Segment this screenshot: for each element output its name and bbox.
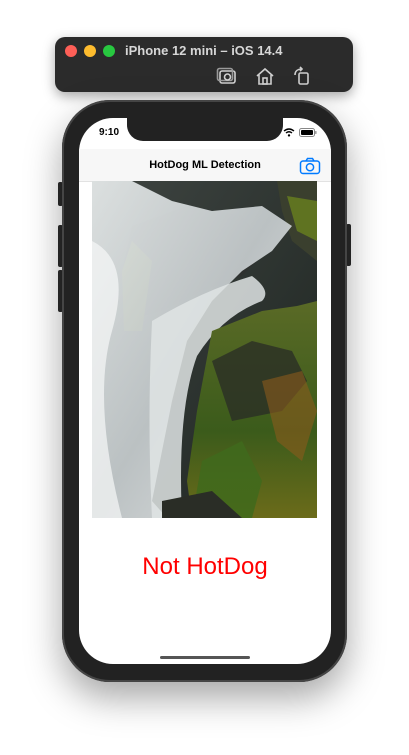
minimize-window-button[interactable] [84,45,96,57]
home-icon[interactable] [254,66,276,86]
result-label: Not HotDog [142,553,268,580]
device-screen: 9:10 HotDog ML Detection Not HotDog [79,118,331,664]
camera-icon [299,157,321,175]
camera-button[interactable] [299,157,321,175]
close-window-button[interactable] [65,45,77,57]
selected-photo [92,181,317,518]
status-icons [283,127,317,137]
screenshot-icon[interactable] [216,66,238,86]
window-title: iPhone 12 mini – iOS 14.4 [125,43,283,58]
battery-icon [299,127,317,137]
nav-title: HotDog ML Detection [149,159,261,171]
zoom-window-button[interactable] [103,45,115,57]
navigation-bar: HotDog ML Detection [79,149,331,182]
wifi-icon [283,127,295,137]
status-time: 9:10 [99,127,120,138]
home-indicator[interactable] [160,656,250,659]
rotate-icon[interactable] [291,66,313,86]
simulator-toolbar: iPhone 12 mini – iOS 14.4 [55,37,353,92]
notch [127,118,283,141]
